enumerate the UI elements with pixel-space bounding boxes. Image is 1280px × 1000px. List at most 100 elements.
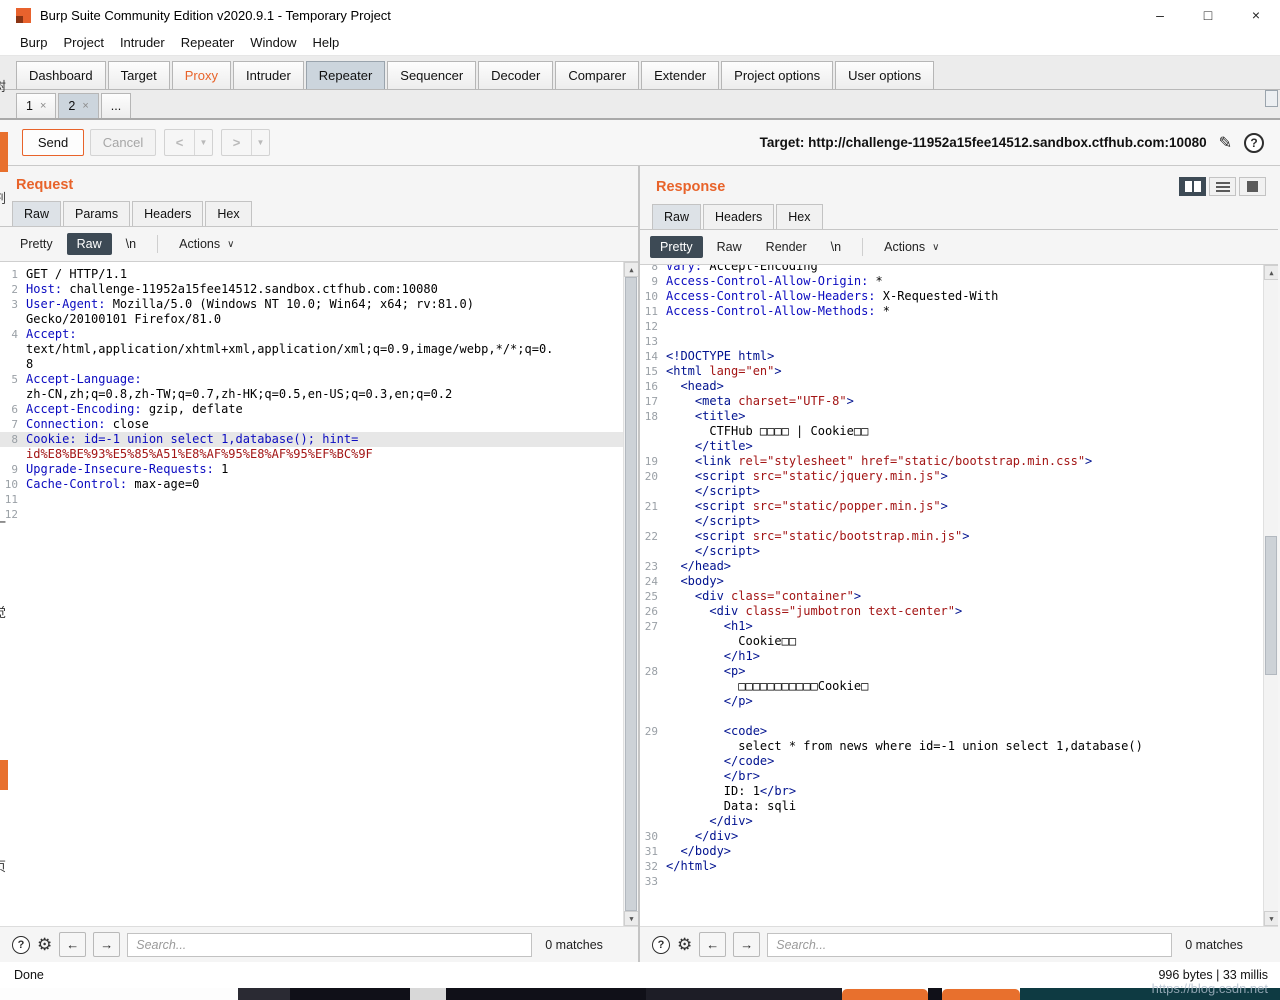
editor-line: 4 Accept: (0, 327, 638, 342)
editor-line: Data: sqli (640, 799, 1278, 814)
search-next-button[interactable]: → (733, 932, 761, 957)
minimize-button[interactable]: – (1136, 0, 1184, 30)
stacked-layout-button[interactable] (1209, 177, 1236, 196)
help-icon[interactable]: ? (1244, 132, 1264, 153)
tab-comparer[interactable]: Comparer (555, 61, 640, 89)
actions-label: Actions (884, 240, 926, 254)
view-mode-raw[interactable]: Raw (66, 233, 112, 255)
tab-intruder[interactable]: Intruder (232, 61, 304, 89)
response-stats: 996 bytes | 33 millis (1158, 968, 1268, 982)
code-segment: gzip, deflate (141, 402, 243, 416)
search-prev-button[interactable]: ← (59, 932, 87, 957)
tab-user-options[interactable]: User options (835, 61, 935, 89)
request-tab-params[interactable]: Params (63, 201, 131, 226)
code-segment: id%E8%BE%93%E5%85%A51%E8%AF%95%E8%AF%95%… (26, 447, 373, 461)
search-input[interactable] (127, 932, 533, 957)
scroll-down-icon[interactable]: ▼ (624, 911, 638, 926)
editor-line: 3 User-Agent: Mozilla/5.0 (Windows NT 10.… (0, 297, 638, 312)
menu-item-help[interactable]: Help (304, 32, 347, 53)
scroll-down-icon[interactable]: ▼ (1264, 911, 1278, 926)
tab-dashboard[interactable]: Dashboard (16, 61, 106, 89)
line-content: Cookie: id=-1 union select 1,database();… (26, 432, 358, 447)
line-content: </div> (666, 814, 752, 829)
view-mode-pretty[interactable]: Pretty (650, 236, 703, 258)
help-icon[interactable]: ? (12, 935, 30, 954)
request-tab-hex[interactable]: Hex (205, 201, 252, 226)
response-tab-hex[interactable]: Hex (776, 204, 823, 229)
menu-item-project[interactable]: Project (55, 32, 111, 53)
line-number: 15 (644, 365, 658, 378)
prev-request-button[interactable]: < ▼ (164, 129, 213, 156)
line-number: 25 (644, 590, 658, 603)
view-mode-n[interactable]: \n (821, 236, 851, 258)
tab-proxy[interactable]: Proxy (171, 61, 231, 89)
tab-project-options[interactable]: Project options (721, 61, 834, 89)
view-mode-n[interactable]: \n (116, 233, 146, 255)
menu-item-window[interactable]: Window (242, 32, 304, 53)
menu-item-intruder[interactable]: Intruder (112, 32, 173, 53)
close-tab-icon[interactable]: × (40, 100, 46, 112)
settings-gear-icon[interactable]: ⚙ (37, 935, 52, 955)
response-tab-raw[interactable]: Raw (652, 204, 702, 229)
repeater-tab-1[interactable]: 1 × (16, 93, 57, 118)
scroll-up-icon[interactable]: ▲ (1264, 265, 1278, 280)
close-button[interactable]: × (1232, 0, 1280, 30)
chevron-down-icon[interactable]: ▼ (195, 130, 212, 155)
request-tab-headers[interactable]: Headers (132, 201, 204, 226)
line-number: 19 (644, 455, 658, 468)
scroll-up-icon[interactable]: ▲ (624, 262, 638, 277)
menu-item-burp[interactable]: Burp (12, 32, 55, 53)
request-tab-raw[interactable]: Raw (12, 201, 62, 226)
view-mode-raw[interactable]: Raw (707, 236, 752, 258)
search-input[interactable] (767, 932, 1173, 957)
repeater-tab-item[interactable]: ... (100, 93, 132, 118)
code-segment: src="static/popper.min.js" (745, 499, 941, 513)
response-scrollbar[interactable]: ▲ ▼ (1263, 265, 1278, 926)
send-button[interactable]: Send (22, 129, 84, 156)
editor-line: 17 <meta charset="UTF-8"> (640, 394, 1278, 409)
request-editor[interactable]: 1 GET / HTTP/1.1 2 Host: challenge-11952a15… (0, 261, 638, 926)
chevron-down-icon[interactable]: ▼ (252, 130, 269, 155)
tab-target[interactable]: Target (107, 61, 170, 89)
view-mode-render[interactable]: Render (756, 236, 817, 258)
tab-extender[interactable]: Extender (641, 61, 720, 89)
tab-sequencer[interactable]: Sequencer (387, 61, 477, 89)
actions-button[interactable]: Actions ∨ (169, 233, 244, 255)
menu-item-repeater[interactable]: Repeater (173, 32, 242, 53)
menu-bar: Burp Project Intruder Repeater Window Help (0, 30, 1280, 56)
line-number: 2 (11, 283, 18, 296)
view-mode-pretty[interactable]: Pretty (10, 233, 63, 255)
repeater-tab-label: ... (110, 99, 122, 113)
forward-arrow-icon[interactable]: > (222, 130, 252, 155)
back-arrow-icon[interactable]: < (165, 130, 195, 155)
request-scrollbar[interactable]: ▲ ▼ (623, 262, 638, 926)
columns-layout-button[interactable] (1179, 177, 1206, 196)
line-number (640, 709, 666, 724)
next-request-button[interactable]: > ▼ (221, 129, 270, 156)
line-number: 29 (644, 725, 658, 738)
response-tab-headers[interactable]: Headers (703, 204, 775, 229)
close-tab-icon[interactable]: × (82, 100, 88, 112)
edit-target-icon[interactable]: ✎ (1219, 133, 1232, 153)
line-number (0, 387, 26, 402)
maximize-button[interactable]: □ (1184, 0, 1232, 30)
tabbed-layout-button[interactable] (1239, 177, 1266, 196)
settings-gear-icon[interactable]: ⚙ (677, 935, 692, 955)
scrollbar-thumb[interactable] (625, 277, 637, 911)
cancel-button[interactable]: Cancel (90, 129, 156, 156)
search-prev-button[interactable]: ← (699, 932, 727, 957)
tab-decoder[interactable]: Decoder (478, 61, 554, 89)
search-next-button[interactable]: → (93, 932, 121, 957)
repeater-tab-2[interactable]: 2 × (58, 93, 99, 118)
scrollbar-thumb[interactable] (1265, 536, 1277, 675)
response-editor[interactable]: 8 Vary: Accept-Encoding 9 Access-Control-Al… (640, 264, 1278, 926)
background-window-fragment (1265, 90, 1278, 107)
line-content: Access-Control-Allow-Headers: X-Requeste… (666, 289, 998, 304)
line-content: <div class="jumbotron text-center"> (666, 604, 962, 619)
tab-repeater[interactable]: Repeater (305, 61, 386, 89)
actions-button[interactable]: Actions ∨ (874, 236, 949, 258)
help-icon[interactable]: ? (652, 935, 670, 954)
